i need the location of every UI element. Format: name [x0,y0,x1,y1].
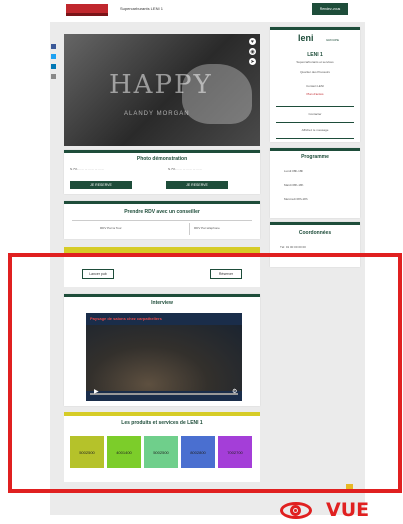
divider [276,106,354,107]
divider [276,122,354,123]
advisor-option-phone[interactable]: RDV Par téléphone [194,226,220,230]
reserve-button-right[interactable]: JE RESERVE [166,181,228,189]
sidebar-programme-card: Programme Lundi 08h-18h Mardi 08h-18h Me… [270,148,360,218]
vue-logo-text: VUE [326,499,370,521]
divider [72,220,252,221]
banner-title: HAPPY [109,70,213,100]
advisor-option-tower[interactable]: RDV Par la Tour [100,226,122,230]
programme-line: Mercredi 08h-18h [284,197,308,201]
brand-logo-underline [66,13,108,16]
sidebar-link2[interactable]: Plan d'accès [270,92,360,96]
top-nav-text[interactable]: Supercarburants LENI 1 [120,6,163,11]
programme-line: Mardi 08h-18h [284,183,304,187]
demo-photo-text-right: N.7% ... ... ... ... ... ... ... ... [168,167,203,171]
programme-title: Programme [301,154,329,160]
sidebar-name: LENI 1 [307,52,323,58]
coordinates-text: Tél: 01 00 00 00 00 [280,245,306,249]
coordinates-title: Coordonnées [298,230,332,236]
twitter-icon[interactable] [51,54,56,59]
divider [276,138,354,139]
sidebar-desc1: Supercarburants et services [296,60,334,64]
sidebar-message-button[interactable]: Affichez le message [270,128,360,132]
sidebar-brand: leni [298,33,314,43]
logo-accent [346,484,353,489]
sidebar-link1[interactable]: Contact LENI [270,84,360,88]
sidebar-brand-sub: GROUPE [326,38,340,42]
divider-vertical [189,223,190,235]
programme-line: Lundi 08h-18h [284,169,304,173]
demo-photo-title: Photo démonstration [136,156,188,162]
banner-subtitle: ALANDY MORGAN [124,111,190,117]
email-icon[interactable] [51,74,56,79]
facebook-icon[interactable] [51,44,56,49]
eye-icon[interactable]: ◉ [249,48,256,55]
demo-photo-text-left: N.7% ... ... ... ... ... ... ... ... [70,167,105,171]
heart-icon[interactable]: ♥ [249,38,256,45]
brand-logo[interactable] [66,4,108,13]
advisor-title: Prendre RDV avec un conseiller [124,209,200,215]
eye-logo-pupil [294,509,297,512]
share-icon[interactable]: ➤ [249,58,256,65]
sidebar-contact-button[interactable]: Contacter [270,112,360,116]
appointment-button[interactable]: Rendez-vous [312,3,348,15]
linkedin-icon[interactable] [51,64,56,69]
demo-photo-card: Photo démonstration N.7% ... ... ... ...… [64,150,260,194]
reserve-button-left[interactable]: JE RESERVE [70,181,132,189]
highlight-frame [8,253,402,493]
hero-banner: HAPPY ALANDY MORGAN [64,34,260,146]
sidebar-profile-card: leni GROUPE LENI 1 Supercarburants et se… [270,27,360,142]
sidebar-desc2: Quartier des Pressoirs [300,70,330,74]
advisor-card: Prendre RDV avec un conseiller RDV Par l… [64,201,260,239]
